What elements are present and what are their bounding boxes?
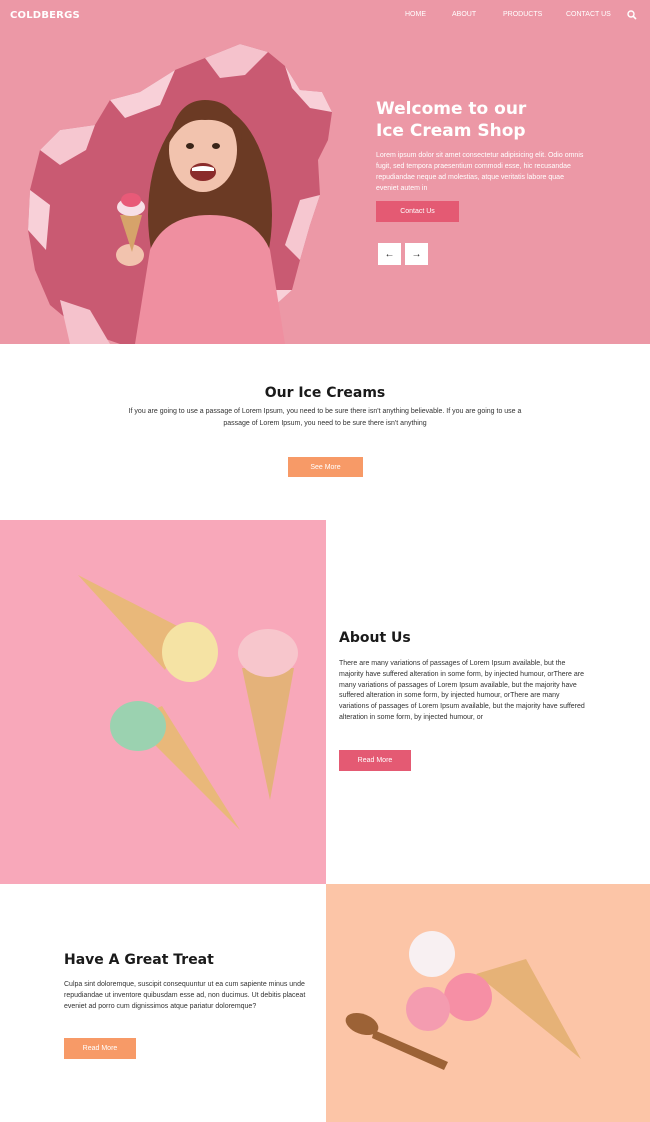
arrow-right-icon: → — [411, 248, 422, 260]
treat-read-more-button[interactable]: Read More — [64, 1038, 136, 1059]
slider-next-button[interactable]: → — [405, 243, 428, 265]
about-cones-image — [0, 520, 326, 884]
about-read-more-button[interactable]: Read More — [339, 750, 411, 771]
about-title: About Us — [339, 630, 411, 646]
arrow-left-icon: ← — [384, 248, 395, 260]
treat-title: Have A Great Treat — [64, 952, 214, 968]
ice-creams-title: Our Ice Creams — [264, 385, 386, 401]
treat-description: Culpa sint doloremque, suscipit consequu… — [64, 981, 306, 1010]
hero-title-line-1: Welcome to our — [376, 99, 527, 119]
nav-contact-link[interactable]: CONTACT US — [566, 11, 611, 18]
hero-title-line-2: Ice Cream Shop — [376, 121, 526, 141]
slider-prev-button[interactable]: ← — [378, 243, 401, 265]
hero-description: Lorem ipsum dolor sit amet consectetur a… — [376, 152, 584, 192]
hero-section: COLDBERGS HOME ABOUT PRODUCTS CONTACT US… — [0, 0, 650, 344]
ice-creams-description: If you are going to use a passage of Lor… — [128, 408, 522, 427]
top-navigation: COLDBERGS HOME ABOUT PRODUCTS CONTACT US — [0, 0, 650, 32]
nav-home-link[interactable]: HOME — [405, 11, 426, 18]
contact-us-button[interactable]: Contact Us — [376, 201, 459, 222]
treat-scoops-image — [326, 884, 650, 1122]
nav-about-link[interactable]: ABOUT — [452, 11, 476, 18]
about-description: There are many variations of passages of… — [339, 660, 585, 721]
hero-title: Welcome to our Ice Cream Shop — [376, 98, 626, 142]
search-icon[interactable] — [627, 10, 637, 20]
see-more-button[interactable]: See More — [288, 457, 363, 477]
brand-logo[interactable]: COLDBERGS — [10, 10, 80, 21]
nav-products-link[interactable]: PRODUCTS — [503, 11, 542, 18]
